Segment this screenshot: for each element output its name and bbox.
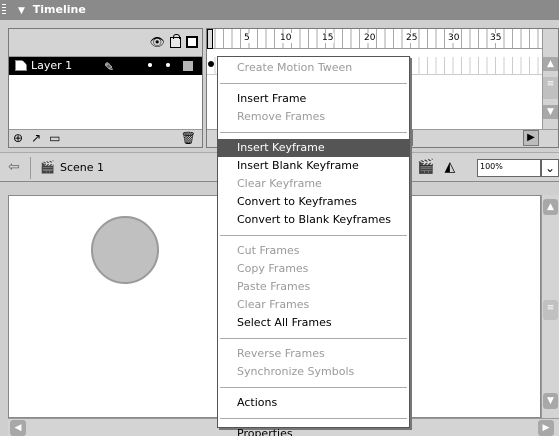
layers-panel: 👁 Layer 1 ✎ ⊕ ↗ ▭ 🗑	[8, 28, 203, 148]
visibility-dot-icon[interactable]	[148, 63, 152, 67]
menu-item-actions[interactable]: Actions	[218, 394, 409, 412]
back-arrow-icon[interactable]: ⇦	[8, 159, 20, 175]
context-menu: Create Motion Tween Insert Frame Remove Fr…	[217, 56, 410, 436]
scroll-down-icon[interactable]: ▼	[543, 393, 558, 409]
menu-item-convert-to-blank-keyframes[interactable]: Convert to Blank Keyframes	[218, 211, 409, 229]
edit-scene-icon[interactable]: 🎬	[417, 159, 434, 175]
ruler-label: 10	[279, 33, 293, 43]
menu-separator	[220, 83, 407, 84]
circle-shape[interactable]	[91, 216, 159, 284]
menu-separator	[220, 418, 407, 419]
grip-icon[interactable]	[2, 4, 6, 16]
ruler-label: 35	[489, 33, 503, 43]
scroll-thumb[interactable]: ≡	[543, 77, 558, 99]
lock-all-icon[interactable]	[170, 33, 181, 48]
layer-icon	[15, 60, 27, 71]
timeline-vertical-scrollbar[interactable]: ▲ ≡ ▼	[542, 29, 558, 129]
frame-ruler[interactable]: 5 10 15 20 25 30 35 H	[207, 29, 558, 49]
scroll-down-icon[interactable]: ▼	[543, 105, 558, 119]
menu-item-create-motion-tween: Create Motion Tween	[237, 61, 353, 74]
menu-separator	[220, 235, 407, 236]
menu-item-insert-blank-keyframe[interactable]: Insert Blank Keyframe	[218, 157, 409, 175]
scroll-thumb[interactable]: ≡	[543, 300, 558, 320]
insert-layer-folder-icon[interactable]: ▭	[49, 131, 60, 145]
keyframe-dot[interactable]	[208, 61, 214, 67]
flash-window: ▼ Timeline 👁 Layer 1 ✎ ⊕ ↗ ▭ 🗑 5 10 15 2…	[0, 0, 559, 436]
scroll-up-icon[interactable]: ▲	[543, 57, 558, 71]
menu-item-paste-frames: Paste Frames	[237, 280, 311, 293]
menu-separator	[220, 387, 407, 388]
zoom-input[interactable]: 100%	[477, 159, 541, 177]
timeline-title: Timeline	[32, 3, 86, 16]
menu-item-clear-frames: Clear Frames	[237, 298, 310, 311]
scroll-up-icon[interactable]: ▲	[543, 199, 558, 215]
ruler-label: 15	[321, 33, 335, 43]
menu-separator	[220, 132, 407, 133]
layers-header: 👁	[9, 29, 202, 57]
menu-item-insert-frame[interactable]: Insert Frame	[218, 90, 409, 108]
menu-item-convert-to-keyframes[interactable]: Convert to Keyframes	[218, 193, 409, 211]
outline-all-icon[interactable]	[186, 36, 198, 48]
layer-row[interactable]: Layer 1 ✎	[9, 57, 202, 75]
edit-symbols-icon[interactable]: ◭	[444, 159, 455, 175]
show-hide-all-icon[interactable]: 👁	[150, 36, 165, 48]
context-menu-list: Create Motion Tween Insert Frame Remove Fr…	[218, 57, 409, 436]
scroll-right-icon[interactable]: ▶	[538, 420, 554, 436]
menu-item-clear-keyframe: Clear Keyframe	[237, 177, 322, 190]
menu-item-remove-frames: Remove Frames	[237, 110, 326, 123]
menu-item-reverse-frames: Reverse Frames	[237, 347, 325, 360]
menu-item-cut-frames: Cut Frames	[237, 244, 300, 257]
menu-item-copy-frames: Copy Frames	[237, 262, 309, 275]
playhead[interactable]	[207, 29, 213, 49]
menu-item-insert-keyframe[interactable]: Insert Keyframe	[218, 139, 409, 157]
collapse-arrow-icon[interactable]: ▼	[18, 1, 25, 21]
ruler-label: 30	[447, 33, 461, 43]
outline-color-icon[interactable]	[183, 61, 193, 71]
menu-item-properties[interactable]: Properties	[218, 425, 409, 436]
menu-item-select-all-frames[interactable]: Select All Frames	[218, 314, 409, 332]
lock-dot-icon[interactable]	[166, 63, 170, 67]
stage-vertical-scrollbar[interactable]: ▲ ≡ ▼	[541, 195, 559, 418]
scroll-right-icon[interactable]: ▶	[523, 130, 539, 146]
menu-item-synchronize-symbols: Synchronize Symbols	[237, 365, 355, 378]
ruler-label: 20	[363, 33, 377, 43]
ruler-label: 25	[405, 33, 419, 43]
pencil-icon: ✎	[104, 60, 115, 74]
ruler-label: 5	[243, 33, 251, 43]
clapboard-icon: 🎬	[40, 160, 55, 174]
menu-separator	[220, 338, 407, 339]
delete-layer-icon[interactable]: 🗑	[181, 131, 196, 145]
zoom-dropdown-arrow-icon[interactable]: ⌄	[541, 159, 559, 177]
divider	[30, 157, 31, 179]
layers-footer: ⊕ ↗ ▭ 🗑	[9, 129, 202, 147]
timeline-titlebar[interactable]: ▼ Timeline	[0, 0, 559, 20]
scroll-left-icon[interactable]: ◀	[10, 420, 26, 436]
insert-layer-icon[interactable]: ⊕	[13, 131, 23, 145]
add-motion-guide-icon[interactable]: ↗	[31, 131, 41, 145]
scene-label[interactable]: Scene 1	[60, 161, 104, 174]
layer-name[interactable]: Layer 1	[31, 59, 72, 72]
